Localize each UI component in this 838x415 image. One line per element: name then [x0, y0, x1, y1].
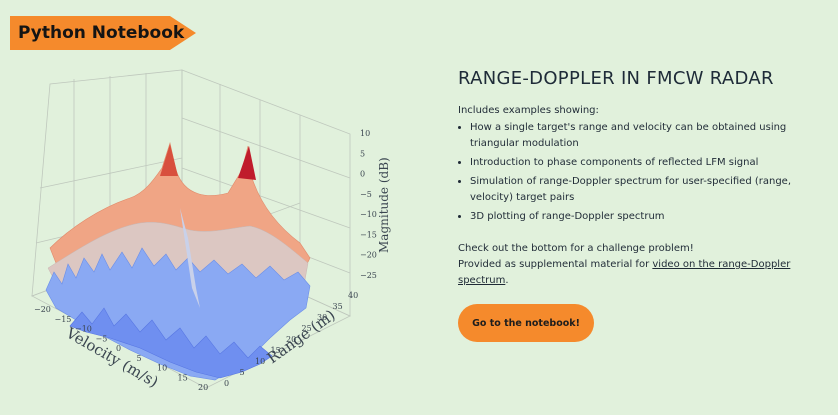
- tick-label: 0: [360, 170, 365, 179]
- tick-label: 5: [360, 149, 365, 158]
- tick-label: 10: [157, 364, 167, 373]
- tick-label: −5: [360, 190, 372, 199]
- page-title: RANGE-DOPPLER IN FMCW RADAR: [458, 68, 774, 89]
- tick-label: −20: [360, 251, 377, 260]
- tick-label: −20: [34, 305, 51, 314]
- tick-label: −25: [360, 271, 377, 280]
- list-item: Simulation of range-Doppler spectrum for…: [470, 174, 818, 206]
- magnitude-axis: 10 5 0 −5 −10 −15 −20 −25: [360, 129, 377, 280]
- range-doppler-3d-plot: 10 5 0 −5 −10 −15 −20 −25 Magnitude (dB) −20 −15…: [31, 69, 391, 392]
- python-notebook-badge: Python Notebook: [10, 16, 196, 50]
- tick-label: 15: [178, 373, 188, 382]
- challenge-text: Check out the bottom for a challenge pro…: [458, 243, 694, 254]
- description-panel: RANGE-DOPPLER IN FMCW RADAR Includes exa…: [458, 68, 818, 289]
- tick-label: −15: [55, 315, 72, 324]
- tick-label: 20: [198, 383, 208, 392]
- surface-left-peak: [160, 144, 178, 176]
- tick-label: 40: [348, 291, 358, 300]
- list-item: How a single target's range and velocity…: [470, 120, 818, 152]
- provided-prefix: Provided as supplemental material for: [458, 259, 653, 270]
- badge-label: Python Notebook: [18, 23, 185, 43]
- footer-text: Check out the bottom for a challenge pro…: [458, 241, 818, 289]
- provided-suffix: .: [505, 275, 509, 286]
- tick-label: 35: [333, 302, 343, 311]
- list-item: Introduction to phase components of refl…: [470, 155, 818, 171]
- list-item: 3D plotting of range-Doppler spectrum: [470, 209, 818, 225]
- go-to-notebook-button[interactable]: Go to the notebook!: [458, 304, 594, 342]
- tick-label: 0: [224, 379, 229, 388]
- tick-label: 10: [255, 357, 265, 366]
- magnitude-axis-label: Magnitude (dB): [377, 157, 391, 253]
- intro-text: Includes examples showing:: [458, 105, 599, 116]
- tick-label: −15: [360, 230, 377, 239]
- feature-list: How a single target's range and velocity…: [458, 120, 818, 225]
- provided-text: Provided as supplemental material for vi…: [458, 257, 818, 289]
- tick-label: 10: [360, 129, 370, 138]
- tick-label: −10: [360, 210, 377, 219]
- tick-label: 5: [240, 368, 245, 377]
